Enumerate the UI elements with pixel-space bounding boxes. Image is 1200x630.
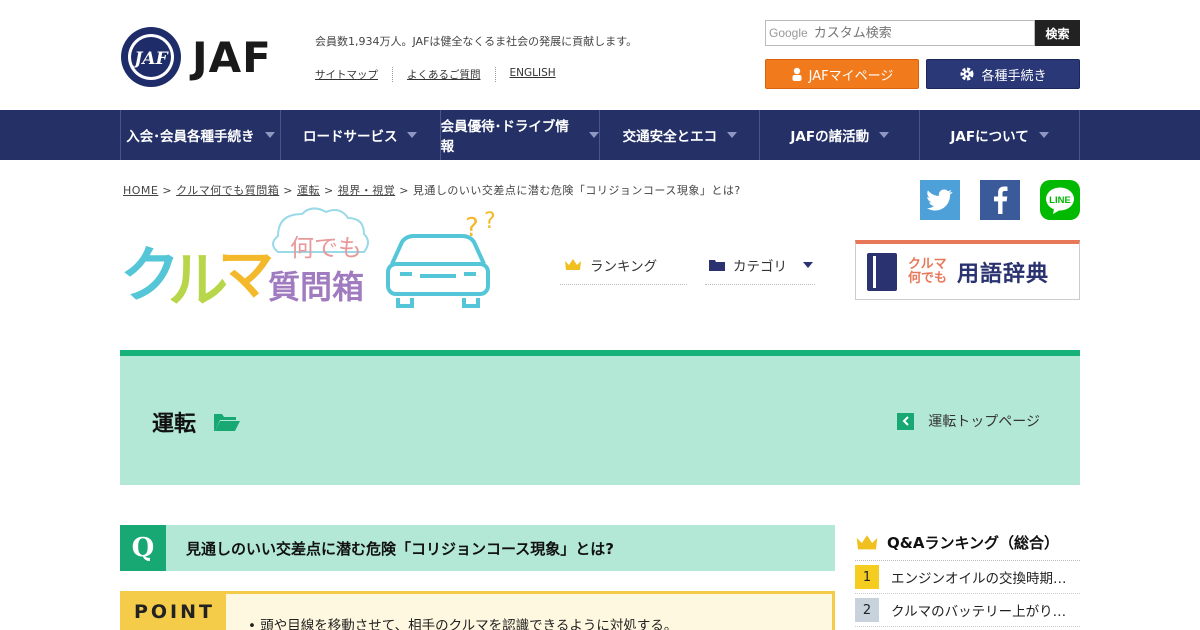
rank-title: エンジンオイルの交換時期… bbox=[891, 571, 1067, 587]
rank-title: クルマのバッテリー上がり… bbox=[891, 604, 1067, 620]
gear-icon bbox=[960, 67, 974, 81]
breadcrumb-driving[interactable]: 運転 bbox=[297, 184, 320, 197]
nav-label: JAFについて bbox=[950, 129, 1029, 145]
folder-icon bbox=[709, 259, 725, 271]
svg-text:LINE: LINE bbox=[1049, 195, 1071, 206]
ranking-panel: Q&Aランキング（総合） 1 エンジンオイルの交換時期… 2 クルマのバッテリー… bbox=[855, 525, 1080, 627]
glossary-small-2: 何でも bbox=[908, 270, 948, 286]
chevron-down-icon bbox=[264, 132, 275, 138]
ranking-link[interactable]: ランキング bbox=[560, 245, 687, 285]
nav-label: 会員優待･ドライブ情報 bbox=[440, 119, 569, 155]
jaf-logo[interactable]: JAF JAF bbox=[120, 26, 272, 88]
nav-about[interactable]: JAFについて bbox=[919, 110, 1080, 160]
twitter-icon[interactable] bbox=[920, 180, 960, 220]
jaf-seal-icon: JAF bbox=[121, 27, 181, 87]
jaf-mypage-button[interactable]: JAFマイページ bbox=[765, 59, 919, 89]
facebook-icon[interactable] bbox=[980, 180, 1020, 220]
ranking-title: Q&Aランキング（総合） bbox=[887, 534, 1059, 552]
site-search: Google 検索 bbox=[765, 20, 1080, 46]
glossary-banner[interactable]: クルマ 何でも 用語辞典 bbox=[855, 240, 1080, 300]
chevron-left-icon bbox=[897, 412, 915, 430]
point-label: POINT bbox=[123, 594, 226, 630]
chevron-down-icon bbox=[589, 132, 600, 138]
glossary-small-1: クルマ bbox=[908, 256, 947, 272]
tagline: 会員数1,934万人。JAFは健全なくるま社会の発展に貢献します。 bbox=[315, 35, 638, 48]
qa-menu: ランキング カテゴリ bbox=[560, 245, 815, 285]
nav-safety-eco[interactable]: 交通安全とエコ bbox=[599, 110, 759, 160]
search-box: Google bbox=[765, 20, 1035, 46]
point-box: POINT • 頭や目線を移動させて、相手のクルマを認識できるように対処する。 bbox=[120, 591, 835, 630]
nav-label: ロードサービス bbox=[302, 129, 398, 145]
rank-number: 1 bbox=[855, 565, 879, 589]
category-title-text: 運転 bbox=[152, 412, 197, 437]
svg-text:マ: マ bbox=[218, 243, 274, 308]
chevron-down-icon bbox=[1038, 132, 1049, 138]
breadcrumb: HOME > クルマ何でも質問箱 > 運転 > 視界・視覚 > 見通しのいい交差… bbox=[123, 184, 741, 197]
crown-icon bbox=[856, 534, 878, 549]
nav-membership[interactable]: 入会･会員各種手続き bbox=[120, 110, 280, 160]
breadcrumb-qa[interactable]: クルマ何でも質問箱 bbox=[176, 184, 279, 197]
site-header: JAF JAF 会員数1,934万人。JAFは健全なくるま社会の発展に貢献します… bbox=[120, 0, 1080, 110]
main-content: HOME > クルマ何でも質問箱 > 運転 > 視界・視覚 > 見通しのいい交差… bbox=[120, 160, 1080, 630]
nav-road-service[interactable]: ロードサービス bbox=[279, 110, 440, 160]
svg-text:JAF: JAF bbox=[131, 49, 169, 69]
nav-label: 交通安全とエコ bbox=[622, 129, 718, 145]
mypage-label: JAFマイページ bbox=[808, 68, 894, 84]
breadcrumb-home[interactable]: HOME bbox=[123, 184, 158, 197]
chevron-down-icon bbox=[727, 132, 738, 138]
search-input[interactable] bbox=[813, 25, 1014, 41]
search-button[interactable]: 検索 bbox=[1035, 20, 1080, 46]
question-title: 見通しのいい交差点に潜む危険「コリジョンコース現象」とは? bbox=[186, 539, 614, 558]
kuruma-qa-logo[interactable]: ク ル マ 何でも 質問箱 ? ? bbox=[120, 206, 510, 316]
nav-member-benefits[interactable]: 会員優待･ドライブ情報 bbox=[439, 110, 600, 160]
svg-text:何でも: 何でも bbox=[290, 234, 362, 262]
header-sublinks: サイトマップ よくあるご質問 ENGLISH bbox=[315, 67, 570, 82]
point-text: • 頭や目線を移動させて、相手のクルマを認識できるように対処する。 bbox=[248, 614, 677, 630]
svg-text:質問箱: 質問箱 bbox=[268, 268, 364, 306]
question-mark-badge: Q bbox=[120, 525, 166, 571]
person-icon bbox=[792, 67, 802, 81]
nav-label: 入会･会員各種手続き bbox=[126, 129, 255, 145]
glossary-small-text: クルマ 何でも bbox=[908, 256, 948, 286]
category-band: 運転 運転トップページ bbox=[120, 350, 1080, 485]
nav-label: JAFの諸活動 bbox=[790, 129, 870, 145]
jaf-wordmark: JAF bbox=[192, 32, 272, 82]
svg-text:ク: ク bbox=[120, 241, 174, 311]
book-icon bbox=[867, 252, 897, 291]
procedures-button[interactable]: 各種手続き bbox=[926, 59, 1080, 89]
ranking-item[interactable]: 2 クルマのバッテリー上がり… bbox=[855, 594, 1080, 627]
breadcrumb-visibility[interactable]: 視界・視覚 bbox=[338, 184, 396, 197]
point-text-content: 頭や目線を移動させて、相手のクルマを認識できるように対処する。 bbox=[260, 618, 678, 630]
glossary-title: 用語辞典 bbox=[957, 261, 1050, 287]
chevron-down-icon bbox=[407, 132, 418, 138]
nav-activities[interactable]: JAFの諸活動 bbox=[759, 110, 919, 160]
category-top-link-label: 運転トップページ bbox=[928, 414, 1040, 430]
english-link[interactable]: ENGLISH bbox=[494, 67, 570, 82]
question-heading: Q 見通しのいい交差点に潜む危険「コリジョンコース現象」とは? bbox=[120, 525, 835, 571]
svg-text:?: ? bbox=[484, 209, 496, 234]
rank-number: 2 bbox=[855, 598, 879, 622]
category-label: カテゴリ bbox=[733, 258, 787, 275]
category-title: 運転 bbox=[152, 406, 241, 438]
ranking-item[interactable]: 1 エンジンオイルの交換時期… bbox=[855, 561, 1080, 594]
open-folder-icon bbox=[214, 414, 241, 431]
procedures-label: 各種手続き bbox=[981, 68, 1047, 84]
header-buttons: JAFマイページ 各種手続き bbox=[765, 59, 1080, 89]
car-icon bbox=[386, 234, 490, 308]
global-nav: 入会･会員各種手続き ロードサービス 会員優待･ドライブ情報 交通安全とエコ J… bbox=[0, 110, 1200, 160]
faq-link[interactable]: よくあるご質問 bbox=[392, 67, 495, 82]
category-dropdown[interactable]: カテゴリ bbox=[705, 245, 815, 285]
ranking-label: ランキング bbox=[590, 258, 658, 275]
line-icon[interactable]: LINE bbox=[1040, 180, 1080, 220]
crown-icon bbox=[565, 258, 581, 270]
svg-text:?: ? bbox=[465, 213, 479, 243]
category-top-link[interactable]: 運転トップページ bbox=[897, 411, 1040, 431]
google-brand: Google bbox=[769, 26, 808, 40]
sns-links: LINE bbox=[920, 180, 1080, 220]
chevron-down-icon bbox=[879, 132, 890, 138]
sitemap-link[interactable]: サイトマップ bbox=[315, 67, 392, 82]
breadcrumb-current: 見通しのいい交差点に潜む危険「コリジョンコース現象」とは? bbox=[412, 184, 741, 197]
chevron-down-icon bbox=[803, 261, 813, 268]
ranking-heading: Q&Aランキング（総合） bbox=[855, 525, 1080, 561]
